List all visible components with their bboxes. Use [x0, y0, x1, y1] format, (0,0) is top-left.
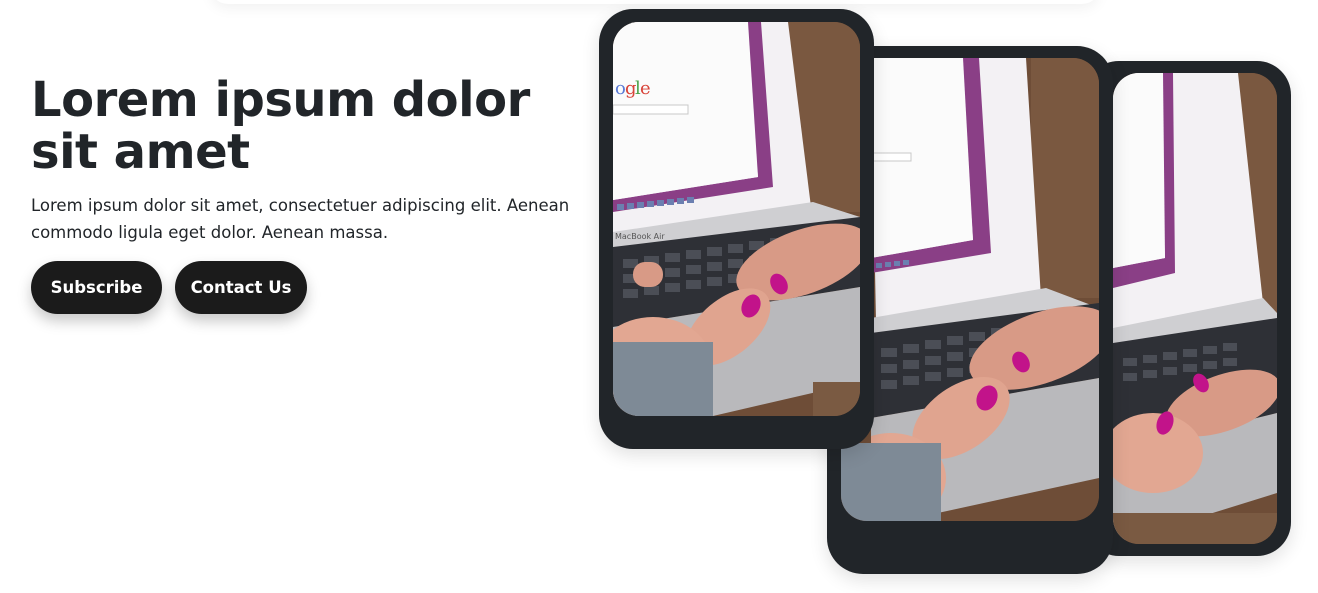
laptop-typing-photo-2	[841, 58, 1099, 521]
header-shadow	[210, 0, 1100, 4]
hero-title: Lorem ipsum dolor sit amet	[31, 72, 530, 180]
phone-screen-image-1: o g l e MacBook Air	[613, 22, 860, 416]
contact-us-button[interactable]: Contact Us	[175, 261, 307, 314]
phone-screen-image-3	[1113, 73, 1277, 544]
hero-section: Lorem ipsum dolor sit amet Lorem ipsum d…	[31, 74, 576, 314]
hero-subtitle: Lorem ipsum dolor sit amet, consectetuer…	[31, 196, 570, 242]
phone-mockup-1: o g l e MacBook Air	[599, 9, 874, 449]
subscribe-button[interactable]: Subscribe	[31, 261, 162, 314]
phone-mockup-3	[1085, 61, 1291, 556]
svg-text:e: e	[640, 78, 651, 99]
phone-screen-image-2	[841, 58, 1099, 521]
laptop-typing-photo-1: o g l e MacBook Air	[613, 22, 860, 416]
laptop-typing-photo-3	[1113, 73, 1277, 544]
hero-buttons: Subscribe Contact Us	[31, 261, 576, 314]
laptop-label: MacBook Air	[615, 232, 665, 241]
